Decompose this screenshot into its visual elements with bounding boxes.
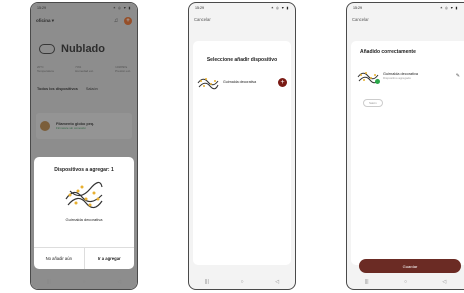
select-device-card: Seleccione añadir dispositivo Guirnalda … xyxy=(193,41,291,265)
success-check-icon xyxy=(375,79,380,84)
added-success-card: Añadido correctamente Guirnalda decorati… xyxy=(351,41,464,265)
home-icon[interactable]: ○ xyxy=(83,279,86,285)
phone-screen-1: 15:29 ✶ ◎ ▼ ▮ oficina ▾ ♫ + Nublado 20°C… xyxy=(30,2,138,290)
garland-lights-icon xyxy=(197,78,219,90)
system-nav: ||| ○ ◁ xyxy=(31,275,137,289)
device-row[interactable]: Guirnalda decorativa + xyxy=(197,71,287,93)
status-time: 15:29 xyxy=(195,6,204,10)
not-now-button[interactable]: No añadir aún xyxy=(34,248,84,269)
recents-icon[interactable]: ||| xyxy=(365,279,369,285)
add-device-icon[interactable]: + xyxy=(278,77,287,87)
status-icons: ✶ ◎ ▼ ▮ xyxy=(270,6,289,10)
back-icon[interactable]: ◁ xyxy=(275,279,279,285)
home-icon[interactable]: ○ xyxy=(404,279,407,285)
phone-screen-3: 15:29 ✶ ◎ ▼ ▮ Cancelar Añadido correctam… xyxy=(346,2,464,290)
device-row: Guirnalda decorativa Dispositivo agregad… xyxy=(357,65,460,87)
back-icon[interactable]: ◁ xyxy=(117,279,121,285)
garland-lights-icon xyxy=(65,181,103,209)
room-chip[interactable]: Salón xyxy=(363,99,383,107)
recents-icon[interactable]: ||| xyxy=(47,279,51,285)
add-devices-sheet: Dispositivos a agregar: 1 Guirnalda deco… xyxy=(34,157,134,269)
back-icon[interactable]: ◁ xyxy=(442,279,446,285)
device-subtitle: Dispositivo agregado xyxy=(383,76,412,80)
save-button[interactable]: Guardar xyxy=(359,259,461,273)
system-nav: ||| ○ ◁ xyxy=(347,275,464,289)
card-title: Seleccione añadir dispositivo xyxy=(206,57,278,63)
cancel-link[interactable]: Cancelar xyxy=(194,17,211,22)
status-bar: 15:29 ✶ ◎ ▼ ▮ xyxy=(347,3,464,13)
device-name: Guirnalda decorativa xyxy=(223,80,257,84)
sheet-title: Dispositivos a agregar: 1 xyxy=(54,167,114,173)
status-icons: ✶ ◎ ▼ ▮ xyxy=(439,6,458,10)
edit-pencil-icon[interactable]: ✎ xyxy=(456,73,460,79)
system-nav: ||| ○ ◁ xyxy=(189,275,295,289)
go-add-button[interactable]: Ir a agregar xyxy=(83,248,135,269)
status-time: 15:29 xyxy=(353,6,362,10)
home-icon[interactable]: ○ xyxy=(241,279,244,285)
phone-screen-2: 15:29 ✶ ◎ ▼ ▮ Cancelar Seleccione añadir… xyxy=(188,2,296,290)
recents-icon[interactable]: ||| xyxy=(205,279,209,285)
sheet-device-name: Guirnalda decorativa xyxy=(65,217,103,222)
status-bar: 15:29 ✶ ◎ ▼ ▮ xyxy=(189,3,295,13)
cancel-link[interactable]: Cancelar xyxy=(352,17,369,22)
card-title: Añadido correctamente xyxy=(360,49,416,55)
